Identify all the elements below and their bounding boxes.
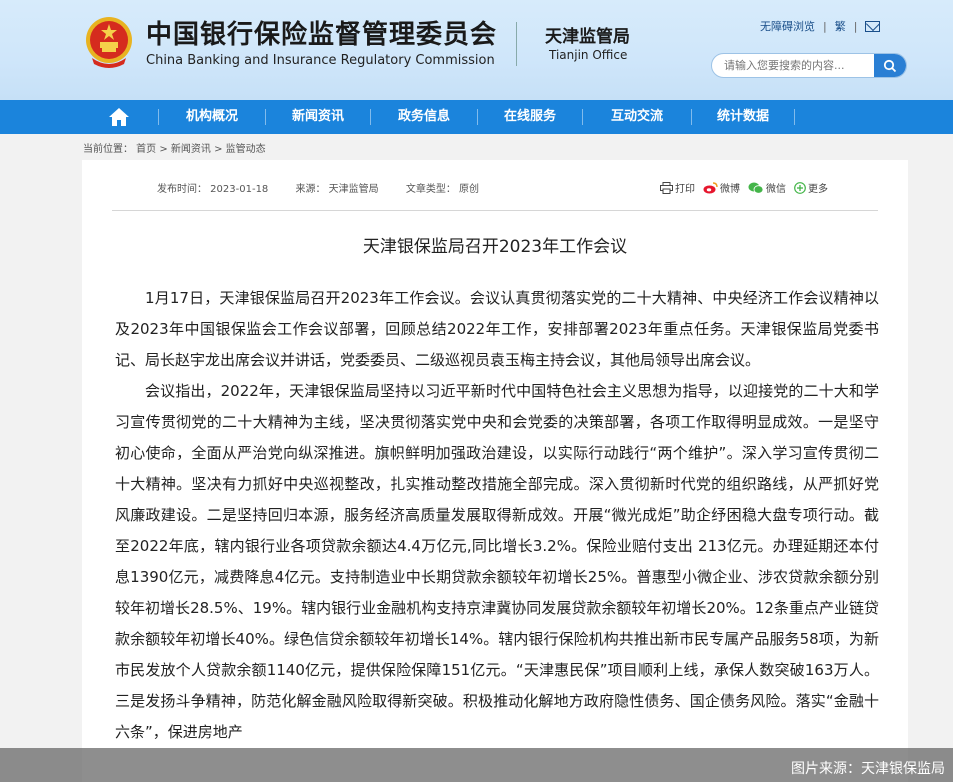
nav-item-online-services[interactable]: 在线服务 xyxy=(478,100,582,134)
plus-circle-icon xyxy=(794,181,806,194)
printer-icon xyxy=(660,181,673,194)
search-icon xyxy=(883,59,897,72)
share-bar: 打印 微博 微信 更多 xyxy=(660,180,828,195)
nav-item-interaction[interactable]: 互动交流 xyxy=(583,100,691,134)
nav-item-about[interactable]: 机构概况 xyxy=(159,100,265,134)
weibo-label: 微博 xyxy=(720,184,740,195)
top-links: 无障碍浏览 | 繁 | xyxy=(760,18,881,34)
article-title: 天津银保监局召开2023年工作会议 xyxy=(362,237,628,257)
nav-item-statistics[interactable]: 统计数据 xyxy=(692,100,794,134)
traditional-chinese-link[interactable]: 繁 xyxy=(835,18,846,34)
link-separator: | xyxy=(853,19,858,33)
weibo-icon xyxy=(703,181,718,193)
home-icon[interactable] xyxy=(108,107,130,127)
more-share-button[interactable]: 更多 xyxy=(794,180,828,195)
article-meta: 发布时间： 2023-01-18 来源： 天津监管局 文章类型： 原创 xyxy=(157,180,503,195)
mail-icon[interactable] xyxy=(865,20,881,32)
nav-separator xyxy=(794,109,795,125)
accessibility-link[interactable]: 无障碍浏览 xyxy=(760,18,815,34)
meta-divider xyxy=(112,210,878,211)
print-button[interactable]: 打印 xyxy=(660,180,695,195)
search-button[interactable] xyxy=(874,54,906,77)
office-name-en: Tianjin Office xyxy=(549,48,628,62)
article-source: 来源： 天津监管局 xyxy=(295,184,379,195)
national-emblem-icon xyxy=(86,17,132,68)
site-header: 中国银行保险监督管理委员会 China Banking and Insuranc… xyxy=(0,0,953,100)
breadcrumb[interactable]: 当前位置： 首页 > 新闻资讯 > 监管动态 xyxy=(83,140,266,155)
more-label: 更多 xyxy=(808,184,828,195)
main-nav: 机构概况 新闻资讯 政务信息 在线服务 互动交流 统计数据 xyxy=(0,100,953,134)
article-type: 文章类型： 原创 xyxy=(405,184,480,195)
article-paragraph: 会议指出，2022年，天津银保监局坚持以习近平新时代中国特色社会主义思想为指导，… xyxy=(115,382,879,741)
link-separator: | xyxy=(823,19,827,33)
office-name-cn: 天津监管局 xyxy=(545,27,630,47)
wechat-label: 微信 xyxy=(766,184,786,195)
search-input[interactable] xyxy=(712,54,876,77)
print-label: 打印 xyxy=(675,184,695,195)
nav-item-news[interactable]: 新闻资讯 xyxy=(266,100,370,134)
site-title-en: China Banking and Insurance Regulatory C… xyxy=(146,53,495,68)
article-card: 发布时间： 2023-01-18 来源： 天津监管局 文章类型： 原创 打印 微… xyxy=(82,160,908,782)
site-title-cn[interactable]: 中国银行保险监督管理委员会 xyxy=(146,14,497,51)
wechat-share-button[interactable]: 微信 xyxy=(748,180,786,195)
search-box xyxy=(711,53,907,78)
weibo-share-button[interactable]: 微博 xyxy=(703,180,740,195)
article-body: 1月17日，天津银保监局召开2023年工作会议。会议认真贯彻落实党的二十大精神、… xyxy=(115,283,879,748)
wechat-icon xyxy=(748,182,764,194)
header-divider xyxy=(516,22,517,66)
nav-item-government-info[interactable]: 政务信息 xyxy=(371,100,477,134)
publish-date: 发布时间： 2023-01-18 xyxy=(157,184,269,195)
article-paragraph: 1月17日，天津银保监局召开2023年工作会议。会议认真贯彻落实党的二十大精神、… xyxy=(115,289,879,369)
photo-credit: 图片来源：天津银保监局 xyxy=(791,761,945,777)
